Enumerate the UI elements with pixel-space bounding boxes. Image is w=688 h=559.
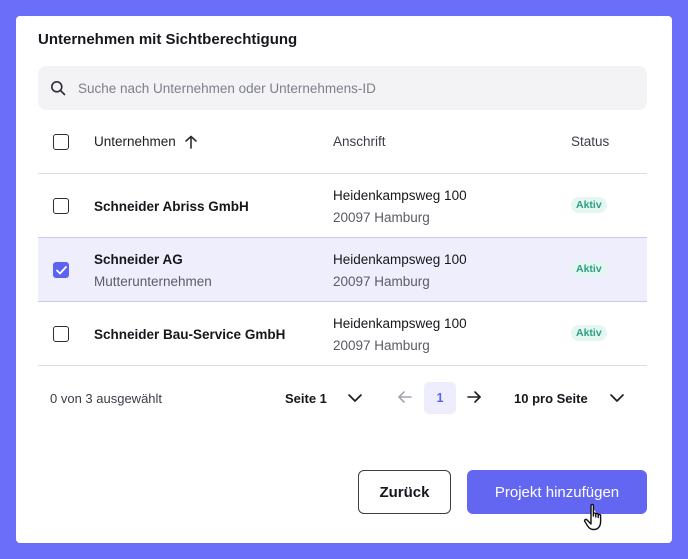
row-checkbox[interactable] [53,262,69,278]
per-page-select-label[interactable]: 10 pro Seite [514,391,588,406]
status-badge: Aktiv [571,325,607,341]
selection-summary: 0 von 3 ausgewählt [50,391,163,406]
company-name: Schneider AG [94,252,183,267]
company-name: Schneider Abriss GmbH [94,199,249,214]
column-header-company[interactable]: Unternehmen [94,134,198,149]
table-row[interactable]: Schneider Abriss GmbH Heidenkampsweg 100… [38,174,647,238]
row-checkbox[interactable] [53,326,69,342]
table-row[interactable]: Schneider Bau-Service GmbH Heidenkampswe… [38,302,647,366]
address-street: Heidenkampsweg 100 [333,188,467,203]
select-all-checkbox[interactable] [53,134,69,150]
row-checkbox[interactable] [53,198,69,214]
search-icon [51,81,66,96]
table-header: Unternehmen Anschrift Status [38,110,647,174]
page-number-current[interactable]: 1 [424,382,456,414]
table-row[interactable]: Schneider AG Mutterunternehmen Heidenkam… [38,237,647,302]
address-street: Heidenkampsweg 100 [333,316,467,331]
search-input[interactable] [78,73,618,103]
address-city: 20097 Hamburg [333,338,430,353]
hand-cursor-icon [583,503,602,531]
address-city: 20097 Hamburg [333,274,430,289]
column-header-address: Anschrift [333,134,386,149]
page-select-label[interactable]: Seite 1 [285,391,327,406]
column-header-company-label: Unternehmen [94,134,176,149]
company-subtitle: Mutterunternehmen [94,274,212,289]
checkmark-icon [55,265,67,274]
arrow-right-icon[interactable] [466,389,482,405]
arrow-left-icon[interactable] [397,389,413,405]
company-name: Schneider Bau-Service GmbH [94,327,286,342]
column-header-status: Status [571,134,610,149]
add-project-button[interactable]: Projekt hinzufügen [467,470,647,514]
back-button[interactable]: Zurück [358,470,451,514]
dialog-title: Unternehmen mit Sichtberechtigung [38,31,298,48]
chevron-down-icon[interactable] [609,392,625,404]
company-visibility-dialog: Unternehmen mit Sichtberechtigung Untern… [16,16,672,543]
search-bar[interactable] [38,66,647,110]
address-city: 20097 Hamburg [333,210,430,225]
arrow-up-icon[interactable] [184,135,198,149]
status-badge: Aktiv [571,197,607,213]
status-badge: Aktiv [571,261,607,277]
address-street: Heidenkampsweg 100 [333,252,467,267]
chevron-down-icon[interactable] [347,392,363,404]
